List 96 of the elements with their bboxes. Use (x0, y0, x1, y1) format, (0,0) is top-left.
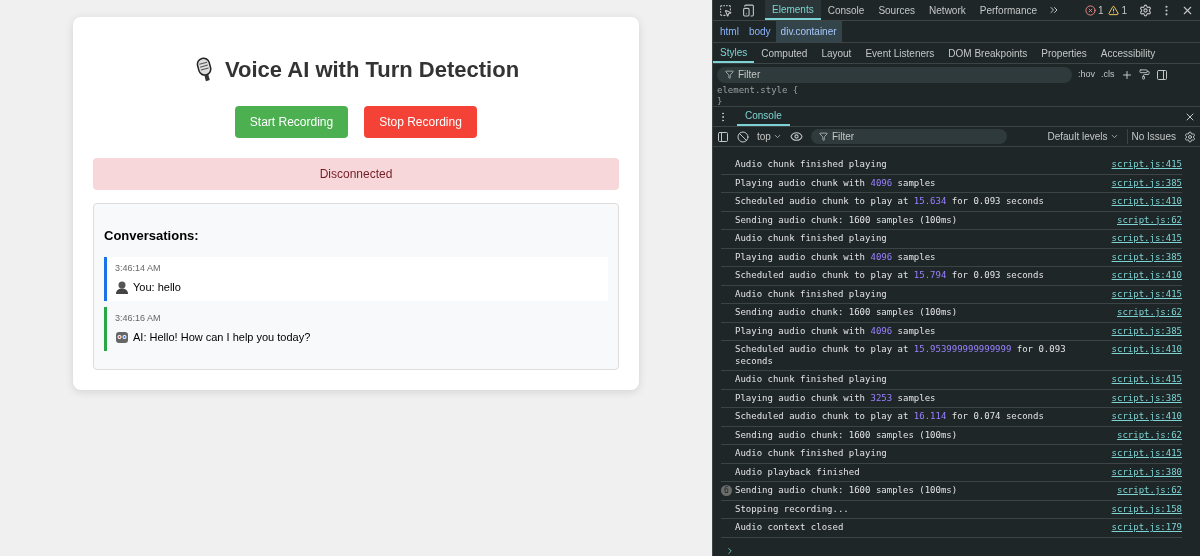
clear-console-icon[interactable] (737, 130, 749, 143)
add-rule-icon[interactable] (1120, 68, 1133, 81)
class-toggle[interactable]: .cls (1101, 67, 1115, 82)
conversations-heading: Conversations: (104, 227, 200, 245)
message-time: 3:46:14 AM (115, 261, 162, 275)
repeat-count-badge: 6 (721, 485, 732, 496)
styles-filter-field[interactable]: Filter (717, 66, 1072, 83)
log-message: Playing audio chunk with 4096 samples (735, 177, 937, 189)
breadcrumb[interactable]: body (743, 21, 776, 42)
filter-icon (818, 132, 828, 141)
log-message: Playing audio chunk with 4096 samples (735, 251, 937, 263)
context-selector[interactable]: top (757, 129, 782, 144)
message-time: 3:46:16 AM (115, 311, 162, 325)
stop-recording-button[interactable]: Stop Recording (364, 106, 477, 138)
devtools-tab[interactable]: Network (922, 0, 973, 20)
inspect-icon[interactable] (719, 3, 732, 17)
log-message: Scheduled audio chunk to play at 15.634 for 0.093 seconds (735, 196, 1045, 208)
source-link[interactable]: script.js:415 (1111, 374, 1182, 386)
devtools-tab[interactable]: Console (820, 0, 872, 20)
log-message: Scheduled audio chunk to play at 16.114 for 0.074 seconds (735, 411, 1045, 423)
prompt-icon[interactable] (725, 545, 735, 556)
error-icon (1084, 4, 1096, 16)
log-message: Sending audio chunk: 1600 samples (100ms) (735, 429, 959, 441)
drawer-tab[interactable]: Console (737, 107, 790, 126)
styles-pane-tab[interactable]: Layout (814, 43, 859, 63)
source-link[interactable]: script.js:385 (1111, 392, 1182, 404)
log-message: Playing audio chunk with 4096 samples (735, 325, 937, 337)
log-message: Audio chunk finished playing (735, 233, 888, 245)
log-levels-dropdown[interactable]: Default levels (1047, 129, 1119, 144)
source-link[interactable]: script.js:179 (1111, 522, 1182, 534)
source-link[interactable]: script.js:62 (1116, 429, 1182, 441)
console-settings-icon[interactable] (1184, 130, 1196, 143)
log-message: Audio chunk finished playing (735, 288, 888, 300)
log-message: Audio chunk finished playing (735, 374, 888, 386)
log-message: Audio playback finished (735, 466, 861, 478)
message-text: AI: Hello! How can I help you today? (133, 330, 311, 345)
log-message: Audio chunk finished playing (735, 159, 888, 171)
source-link[interactable]: script.js:410 (1111, 196, 1182, 208)
hover-state-toggle[interactable]: :hov (1078, 67, 1095, 82)
source-link[interactable]: script.js:410 (1111, 411, 1182, 423)
source-link[interactable]: script.js:158 (1111, 503, 1182, 515)
caret-icon (1109, 132, 1119, 141)
styles-pane-tab[interactable]: Properties (1034, 43, 1094, 63)
error-count[interactable]: 1 (1097, 2, 1104, 18)
source-link[interactable]: script.js:415 (1111, 233, 1182, 245)
filter-icon (725, 70, 734, 79)
paint-roller-icon[interactable] (1138, 69, 1150, 80)
source-link[interactable]: script.js:62 (1116, 485, 1182, 497)
styles-pane-tab[interactable]: Computed (754, 43, 815, 63)
message-text: You: hello (133, 280, 181, 295)
log-message: Audio context closed (735, 522, 845, 534)
source-link[interactable]: script.js:415 (1111, 159, 1182, 171)
devtools-tab[interactable]: Elements (765, 0, 821, 20)
style-rule-text: } (717, 96, 724, 106)
source-link[interactable]: script.js:415 (1111, 288, 1182, 300)
devtools-tab[interactable]: Performance (972, 0, 1044, 20)
log-message: Audio chunk finished playing (735, 448, 888, 460)
styles-pane-tab[interactable]: Styles (713, 43, 755, 63)
warning-count[interactable]: 1 (1121, 2, 1127, 18)
source-link[interactable]: script.js:385 (1111, 177, 1182, 189)
log-message: Scheduled audio chunk to play at 15.794 for 0.093 seconds (735, 270, 1045, 282)
page-title: Voice AI with Turn Detection (224, 56, 520, 84)
robot-icon (115, 330, 129, 345)
source-link[interactable]: script.js:385 (1111, 251, 1182, 263)
source-link[interactable]: script.js:385 (1111, 325, 1182, 337)
log-message: Sending audio chunk: 1600 samples (100ms) (735, 214, 959, 226)
log-message: Stopping recording... (735, 503, 850, 515)
device-toolbar-icon[interactable] (742, 3, 755, 17)
devtools-tab[interactable]: Sources (871, 0, 923, 20)
log-message: Scheduled audio chunk to play at 15.953999999999999 for 0.093 seconds (735, 344, 1067, 367)
warning-icon (1108, 4, 1120, 16)
person-icon (115, 280, 129, 295)
breadcrumb[interactable]: html (715, 21, 744, 42)
caret-icon (772, 132, 782, 141)
styles-pane-tab[interactable]: DOM Breakpoints (941, 43, 1035, 63)
log-message: Sending audio chunk: 1600 samples (100ms) (735, 307, 959, 319)
source-link[interactable]: script.js:62 (1116, 307, 1182, 319)
sidebar-toggle-icon[interactable] (1155, 68, 1168, 81)
connection-status: Disconnected (93, 158, 619, 190)
issues-count[interactable]: No Issues (1126, 129, 1176, 144)
styles-pane-tab[interactable]: Event Listeners (858, 43, 942, 63)
source-link[interactable]: script.js:62 (1116, 214, 1182, 226)
log-message: Sending audio chunk: 1600 samples (100ms) (735, 485, 959, 497)
log-message: Playing audio chunk with 3253 samples (735, 392, 937, 404)
source-link[interactable]: script.js:410 (1111, 270, 1182, 282)
eye-icon[interactable] (789, 130, 803, 143)
style-rule-text: element.style { (717, 85, 800, 96)
sidebar-toggle-icon[interactable] (717, 130, 729, 143)
source-link[interactable]: script.js:415 (1111, 448, 1182, 460)
console-filter-field[interactable]: Filter (810, 129, 1007, 144)
settings-icon[interactable] (1139, 3, 1152, 17)
styles-pane-tab[interactable]: Accessibility (1093, 43, 1163, 63)
source-link[interactable]: script.js:410 (1111, 344, 1182, 356)
breadcrumb[interactable]: div.container (775, 21, 842, 42)
source-link[interactable]: script.js:380 (1111, 466, 1182, 478)
more-tabs-icon[interactable] (1048, 4, 1060, 16)
